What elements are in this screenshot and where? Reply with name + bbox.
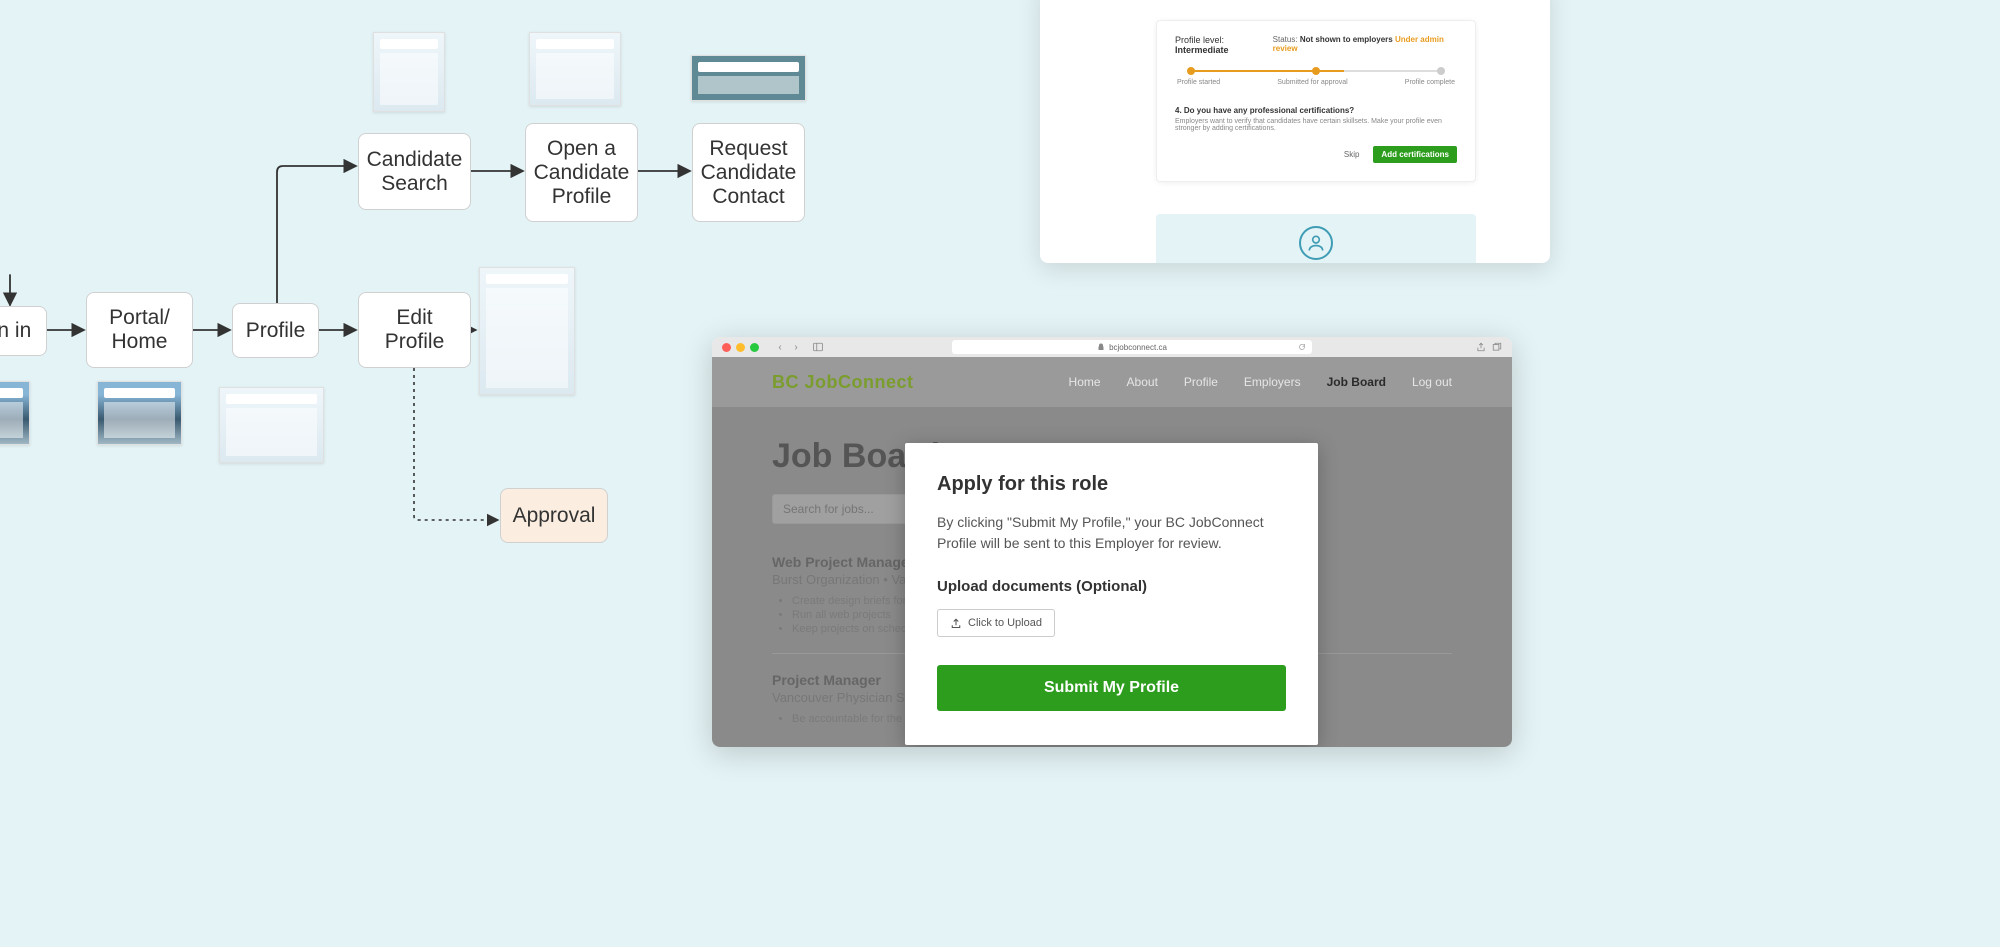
minimize-icon[interactable]	[736, 343, 745, 352]
nav-about[interactable]: About	[1127, 375, 1158, 389]
thumbnail-profile	[219, 387, 324, 463]
page-body: BC JobConnect Home About Profile Employe…	[712, 357, 1512, 747]
back-icon[interactable]: ‹	[773, 340, 787, 354]
traffic-lights	[722, 343, 759, 352]
chrome-right	[1474, 340, 1504, 354]
url-bar[interactable]: bcjobconnect.ca	[952, 340, 1312, 354]
url-text: bcjobconnect.ca	[1109, 343, 1167, 352]
modal-title: Apply for this role	[937, 473, 1286, 496]
submit-profile-button[interactable]: Submit My Profile	[937, 665, 1286, 711]
forward-icon[interactable]: ›	[789, 340, 803, 354]
reload-icon	[1298, 343, 1306, 351]
upload-label: Click to Upload	[968, 617, 1042, 629]
label: Edit Profile	[385, 306, 445, 354]
flow-node-profile: Profile	[232, 303, 319, 358]
nav-logout[interactable]: Log out	[1412, 375, 1452, 389]
close-icon[interactable]	[722, 343, 731, 352]
card-header: Profile level: Intermediate Status: Not …	[1175, 35, 1457, 55]
label: Request Candidate Contact	[701, 137, 797, 209]
level-value: Intermediate	[1175, 45, 1229, 55]
label: Portal/ Home	[109, 306, 170, 354]
share-icon[interactable]	[1474, 340, 1488, 354]
flow-node-candidate-search: Candidate Search	[358, 133, 471, 210]
label: Profile	[246, 319, 306, 343]
label: Candidate Search	[367, 148, 463, 196]
add-certifications-button[interactable]: Add certifications	[1373, 146, 1457, 163]
nav-home[interactable]: Home	[1069, 375, 1101, 389]
nav-employers[interactable]: Employers	[1244, 375, 1301, 389]
thumbnail-contact	[691, 55, 806, 101]
label: Approval	[513, 504, 596, 528]
pl0: Profile started	[1177, 79, 1220, 86]
status: Status: Not shown to employers Under adm…	[1273, 35, 1457, 55]
avatar-card: Susan Ferrera	[1156, 214, 1476, 263]
browser-window: ‹ › bcjobconnect.ca BC JobConnect Home A	[712, 337, 1512, 747]
thumbnail-edit-profile	[479, 267, 575, 395]
status-v1: Not shown to employers	[1300, 35, 1393, 44]
flow-node-open-candidate: Open a Candidate Profile	[525, 123, 638, 222]
site-logo[interactable]: BC JobConnect	[772, 372, 914, 393]
progress-labels: Profile started Submitted for approval P…	[1175, 79, 1457, 86]
flow-node-portal: Portal/ Home	[86, 292, 193, 368]
nav-profile[interactable]: Profile	[1184, 375, 1218, 389]
modal-body: By clicking "Submit My Profile," your BC…	[937, 512, 1286, 554]
maximize-icon[interactable]	[750, 343, 759, 352]
profile-card: Profile level: Intermediate Status: Not …	[1156, 20, 1476, 182]
profile-mockup: Profile level: Intermediate Status: Not …	[1040, 0, 1550, 263]
flow-node-edit-profile: Edit Profile	[358, 292, 471, 368]
pl2: Profile complete	[1405, 79, 1455, 86]
flow-node-request-contact: Request Candidate Contact	[692, 123, 805, 222]
question: 4. Do you have any professional certific…	[1175, 106, 1457, 115]
apply-modal: Apply for this role By clicking "Submit …	[905, 443, 1318, 745]
actions: Skip Add certifications	[1175, 146, 1457, 163]
thumbnail-portal	[97, 381, 182, 445]
status-label: Status:	[1273, 35, 1298, 44]
search-input[interactable]	[772, 494, 912, 524]
thumbnail-signin	[0, 381, 30, 445]
sidebar-icon[interactable]	[811, 340, 825, 354]
upload-button[interactable]: Click to Upload	[937, 609, 1055, 637]
nav-buttons: ‹ ›	[773, 340, 825, 354]
flow-node-approval: Approval	[500, 488, 608, 543]
pl1: Submitted for approval	[1277, 79, 1347, 86]
level-label: Profile level:	[1175, 35, 1224, 45]
lock-icon	[1097, 343, 1105, 351]
tabs-icon[interactable]	[1490, 340, 1504, 354]
progress-bar	[1175, 67, 1457, 75]
thumbnail-candidate-search	[373, 32, 445, 112]
upload-heading: Upload documents (Optional)	[937, 578, 1286, 595]
site-nav: BC JobConnect Home About Profile Employe…	[712, 357, 1512, 407]
skip-button[interactable]: Skip	[1336, 146, 1368, 163]
flow-node-signin: gn in	[0, 306, 47, 356]
nav-links: Home About Profile Employers Job Board L…	[1069, 375, 1452, 389]
thumbnail-candidate-profile	[529, 32, 621, 106]
label: Open a Candidate Profile	[534, 137, 630, 209]
label: gn in	[0, 319, 31, 343]
avatar-icon	[1299, 226, 1333, 260]
browser-chrome: ‹ › bcjobconnect.ca	[712, 337, 1512, 357]
nav-jobboard[interactable]: Job Board	[1327, 375, 1386, 389]
upload-icon	[950, 617, 962, 629]
helper-text: Employers want to verify that candidates…	[1175, 118, 1457, 132]
